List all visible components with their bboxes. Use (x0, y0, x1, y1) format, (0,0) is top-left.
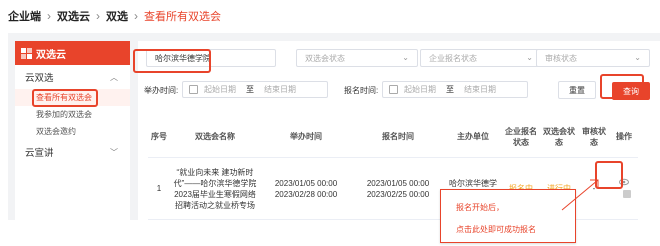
header-enroll-time: 报名时间 (382, 132, 414, 141)
breadcrumb-level1[interactable]: 双选云 (57, 8, 90, 24)
enroll-time-range[interactable]: 起始日期 至 结束日期 (382, 81, 528, 98)
header-index: 序号 (151, 132, 167, 141)
hold-start-placeholder: 起始日期 (204, 85, 236, 94)
enroll-end-placeholder: 结束日期 (464, 85, 496, 94)
sidebar-group-label: 云宣讲 (25, 148, 54, 159)
breadcrumb-level2[interactable]: 双选 (106, 8, 128, 24)
highlight-query-button (600, 74, 644, 99)
calendar-icon (189, 85, 198, 94)
row-enroll-time: 2023/01/05 00:00 2023/02/25 00:00 (366, 178, 430, 199)
chevron-down-icon: ⌄ (402, 53, 409, 62)
header-organizer: 主办单位 (457, 132, 489, 141)
callout-arrow-icon (561, 179, 599, 211)
breadcrumb: 企业端 › 双选云 › 双选 › 查看所有双选会 (8, 6, 221, 26)
hold-time-range[interactable]: 起始日期 至 结束日期 (182, 81, 328, 98)
range-separator: 至 (246, 85, 254, 94)
hold-time-label: 举办时间: (144, 86, 179, 95)
breadcrumb-root[interactable]: 企业端 (8, 8, 41, 24)
chevron-down-icon: ﹀ (110, 147, 118, 157)
delete-icon[interactable] (622, 189, 631, 198)
enroll-status-placeholder: 企业报名状态 (429, 53, 477, 63)
header-actions: 操作 (616, 132, 632, 141)
header-audit-status: 审核状态 (582, 126, 606, 147)
highlight-sidebar-item (32, 89, 98, 107)
sidebar-item-invitations[interactable]: 双选会邀约 (15, 123, 130, 140)
fair-status-select[interactable]: 双选会状态 ⌄ (296, 49, 418, 67)
breadcrumb-current: 查看所有双选会 (144, 11, 221, 23)
range-separator: 至 (446, 85, 454, 94)
chevron-down-icon: ⌄ (526, 53, 533, 62)
chevron-down-icon: ⌄ (634, 53, 641, 62)
sidebar-item-my-fairs[interactable]: 我参加的双选会 (15, 106, 130, 123)
callout-line-2: 点击此处即可成功报名 (456, 225, 536, 234)
breadcrumb-separator: › (96, 9, 100, 23)
callout-line-1: 报名开始后， (456, 203, 504, 212)
callout-note: 报名开始后， 点击此处即可成功报名 (440, 189, 576, 243)
filter-row: 哈尔滨华德学院 双选会状态 ⌄ 企业报名状态 ⌄ 审核状态 ⌄ (138, 49, 660, 69)
highlight-school-filter (133, 49, 211, 73)
sidebar-group-cloud-talk[interactable]: 云宣讲 ﹀ (15, 140, 130, 164)
header-enroll-status: 企业报名状态 (505, 126, 537, 147)
chevron-up-icon: ︿ (110, 72, 118, 82)
row-name[interactable]: “就业向未来 建功新时代”——哈尔滨华德学院2023届毕业生寒假网络招聘活动之就… (170, 167, 260, 211)
sidebar-group-cloud-fair[interactable]: 云双选 ︿ (15, 65, 130, 89)
audit-status-select[interactable]: 审核状态 ⌄ (536, 49, 650, 67)
table-header: 序号 双选会名称 举办时间 报名时间 主办单位 企业报名状态 双选会状态 审核状… (148, 116, 638, 158)
sidebar-group-label: 云双选 (25, 73, 54, 84)
breadcrumb-separator: › (47, 9, 51, 23)
sidebar: 双选云 云双选 ︿ 查看所有双选会 我参加的双选会 双选会邀约 云宣讲 ﹀ (15, 41, 130, 220)
hold-end-placeholder: 结束日期 (264, 85, 296, 94)
header-fair-status: 双选会状态 (543, 126, 575, 147)
enroll-time-label: 报名时间: (344, 86, 379, 95)
fair-status-placeholder: 双选会状态 (305, 53, 345, 63)
calendar-icon (389, 85, 398, 94)
enroll-status-select[interactable]: 企业报名状态 ⌄ (420, 49, 542, 67)
breadcrumb-separator: › (134, 9, 138, 23)
audit-status-placeholder: 审核状态 (545, 53, 577, 63)
row-index: 1 (156, 184, 162, 193)
reset-button[interactable]: 重置 (558, 81, 596, 99)
row-hold-time: 2023/01/05 00:00 2023/02/28 00:00 (274, 178, 338, 199)
highlight-sidebar-brand (16, 42, 72, 62)
header-hold-time: 举办时间 (290, 132, 322, 141)
header-name: 双选会名称 (195, 132, 235, 141)
enroll-start-placeholder: 起始日期 (404, 85, 436, 94)
